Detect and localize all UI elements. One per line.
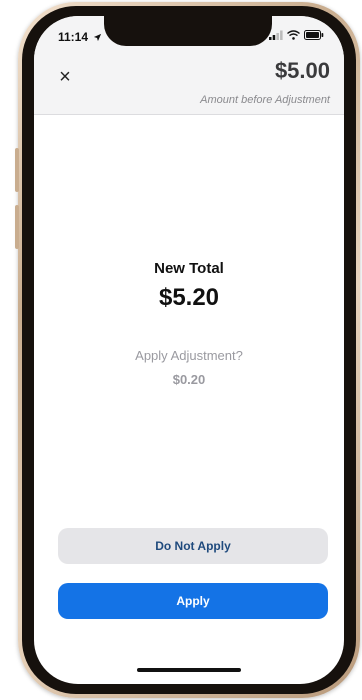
apply-button[interactable]: Apply [58, 583, 328, 619]
phone-side-button [15, 205, 19, 249]
amount-before-adjustment: $5.00 [274, 58, 330, 83]
cellular-signal-icon [269, 27, 283, 45]
phone-side-button [15, 148, 19, 192]
adjustment-value: $0.20 [172, 372, 206, 387]
wifi-icon [287, 27, 300, 45]
do-not-apply-button[interactable]: Do Not Apply [58, 528, 328, 564]
status-bar-icons [269, 30, 324, 42]
new-total-value: $5.20 [158, 284, 220, 311]
status-time-text: 11:14 [58, 30, 89, 44]
location-arrow-icon [93, 31, 102, 45]
status-bar-time: 11:14 [58, 30, 102, 45]
do-not-apply-label: Do Not Apply [155, 539, 231, 553]
device-notch [104, 16, 272, 46]
adjustment-question: Apply Adjustment? [135, 348, 243, 363]
amount-caption: Amount before Adjustment [200, 94, 330, 106]
battery-icon [304, 27, 324, 45]
device-stage: 11:14 × $5.00 Amount before Adjustment N… [0, 0, 362, 700]
app-screen: 11:14 × $5.00 Amount before Adjustment N… [34, 16, 344, 684]
new-total-label: New Total [154, 260, 224, 277]
home-indicator[interactable] [137, 668, 241, 672]
apply-label: Apply [176, 594, 210, 608]
close-icon: × [59, 65, 71, 88]
header: 11:14 × $5.00 Amount before Adjustment [34, 16, 344, 115]
close-button[interactable]: × [54, 66, 76, 88]
